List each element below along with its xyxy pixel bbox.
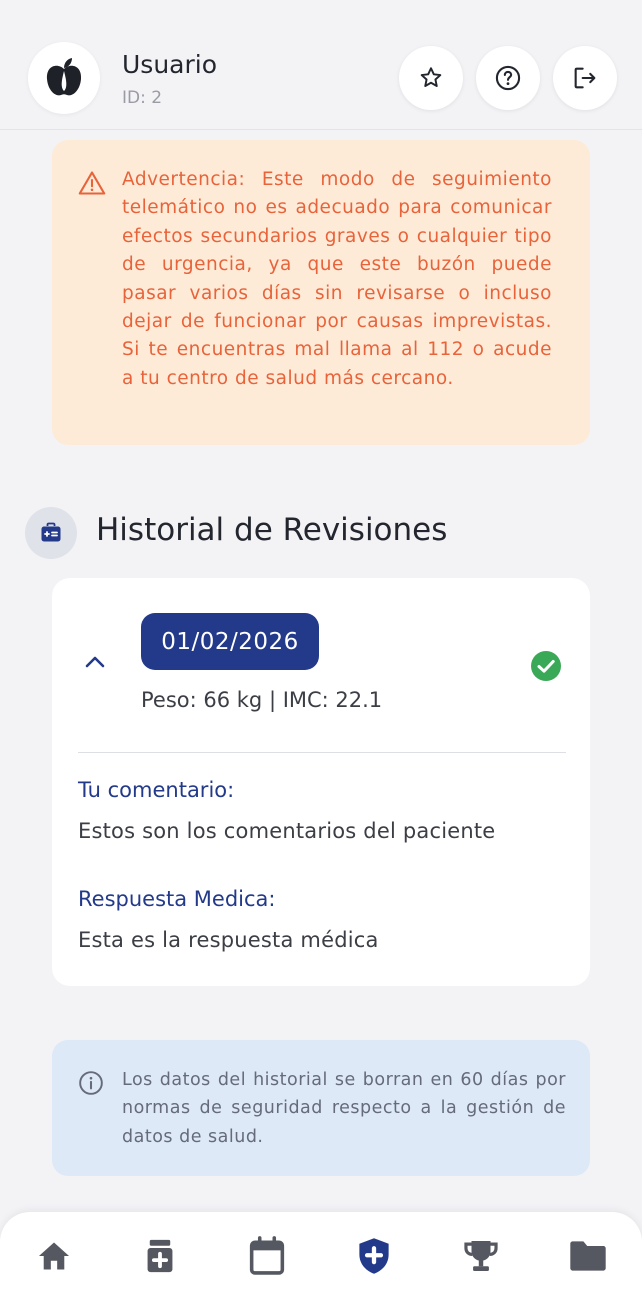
avatar[interactable] xyxy=(28,42,100,114)
comment-label: Tu comentario: xyxy=(78,778,235,802)
nav-medication[interactable] xyxy=(136,1232,184,1280)
response-label: Respuesta Medica: xyxy=(78,887,276,911)
chevron-up-icon[interactable] xyxy=(84,654,106,670)
health-shield-icon xyxy=(359,1238,389,1274)
apple-logo-icon xyxy=(46,58,82,96)
header: Usuario ID: 2 xyxy=(0,0,642,130)
divider xyxy=(78,752,566,753)
nav-health[interactable] xyxy=(350,1232,398,1280)
section-icon xyxy=(25,507,77,559)
logout-icon xyxy=(574,67,596,89)
app-screen: Usuario ID: 2 Advertencia: Este modo de … xyxy=(0,0,642,1300)
help-button[interactable] xyxy=(476,46,540,110)
info-text: Los datos del historial se borran en 60 … xyxy=(122,1070,566,1147)
medical-kit-icon xyxy=(41,522,61,542)
check-circle-icon xyxy=(531,651,561,681)
nav-achievements[interactable] xyxy=(457,1232,505,1280)
info-icon xyxy=(79,1071,103,1095)
bottom-nav xyxy=(0,1212,642,1300)
logout-button[interactable] xyxy=(553,46,617,110)
info-banner: Los datos del historial se borran en 60 … xyxy=(52,1040,590,1176)
folder-icon xyxy=(570,1241,606,1271)
review-stats: Peso: 66 kg | IMC: 22.1 xyxy=(141,688,383,712)
user-id: ID: 2 xyxy=(122,88,163,108)
warning-icon xyxy=(78,171,106,195)
trophy-icon xyxy=(464,1240,498,1272)
nav-documents[interactable] xyxy=(564,1232,612,1280)
calendar-icon xyxy=(249,1236,285,1275)
user-name: Usuario xyxy=(122,50,218,79)
favorites-button[interactable] xyxy=(399,46,463,110)
medication-icon xyxy=(147,1239,173,1273)
nav-calendar[interactable] xyxy=(243,1232,291,1280)
review-card: 01/02/2026 Peso: 66 kg | IMC: 22.1 Tu co… xyxy=(52,578,590,986)
home-icon xyxy=(38,1242,70,1270)
help-icon xyxy=(495,65,521,91)
section-title: Historial de Revisiones xyxy=(96,512,448,548)
warning-banner: Advertencia: Este modo de seguimiento te… xyxy=(52,140,590,445)
date-badge: 01/02/2026 xyxy=(141,613,319,670)
comment-text: Estos son los comentarios del paciente xyxy=(78,819,496,843)
response-text: Esta es la respuesta médica xyxy=(78,928,379,952)
warning-text: Advertencia: Este modo de seguimiento te… xyxy=(122,169,552,389)
nav-home[interactable] xyxy=(30,1232,78,1280)
star-icon xyxy=(420,67,442,87)
